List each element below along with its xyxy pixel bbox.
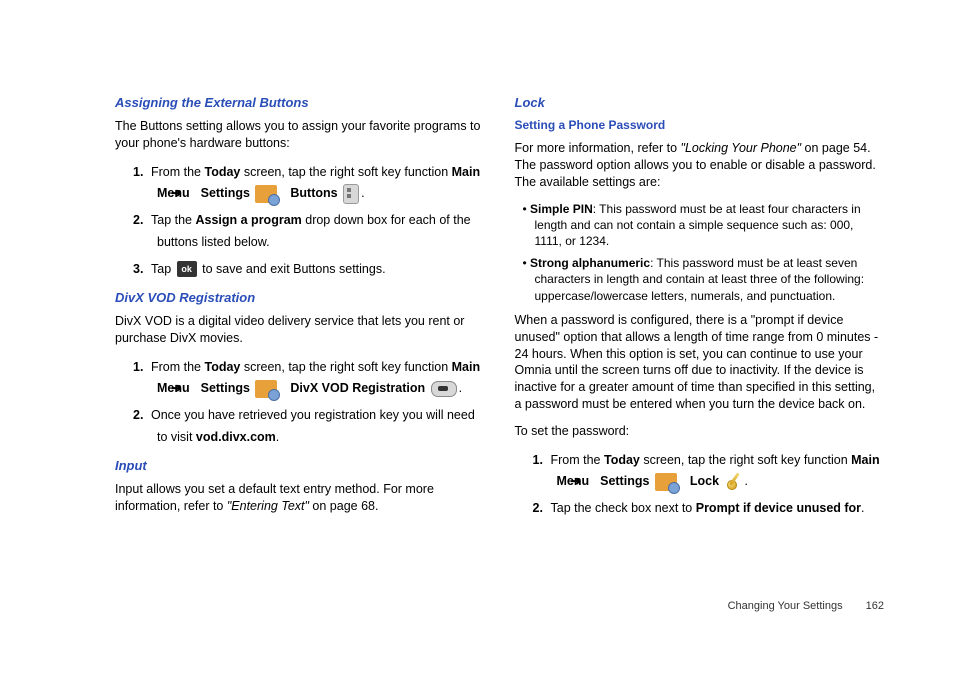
set-password-steps: 1.From the Today screen, tap the right s… (515, 450, 885, 520)
ref-locking-phone: "Locking Your Phone" (681, 141, 802, 155)
assign-buttons-steps: 1.From the Today screen, tap the right s… (115, 162, 485, 280)
heading-input: Input (115, 458, 485, 473)
heading-phone-password: Setting a Phone Password (515, 118, 885, 132)
step-number: 1. (133, 357, 151, 378)
left-column: Assigning the External Buttons The Butto… (115, 95, 485, 530)
heading-divx: DivX VOD Registration (115, 290, 485, 305)
step-1: 1.From the Today screen, tap the right s… (115, 357, 485, 400)
step-1: 1.From the Today screen, tap the right s… (515, 450, 885, 493)
ok-icon: ok (177, 261, 197, 277)
password-options: Simple PIN: This password must be at lea… (515, 201, 885, 304)
settings-icon (255, 185, 277, 203)
step-1: 1.From the Today screen, tap the right s… (115, 162, 485, 205)
divx-intro: DivX VOD is a digital video delivery ser… (115, 313, 485, 347)
footer-section: Changing Your Settings (728, 600, 843, 612)
step-number: 2. (133, 210, 151, 231)
divx-steps: 1.From the Today screen, tap the right s… (115, 357, 485, 448)
heading-assign-buttons: Assigning the External Buttons (115, 95, 485, 110)
lock-icon (725, 474, 743, 490)
password-configured-body: When a password is configured, there is … (515, 312, 885, 413)
buttons-icon (343, 184, 359, 204)
divx-icon (431, 381, 457, 397)
step-number: 2. (533, 498, 551, 519)
to-set-password: To set the password: (515, 423, 885, 440)
option-simple-pin: Simple PIN: This password must be at lea… (515, 201, 885, 250)
page-footer: Changing Your Settings 162 (728, 600, 884, 612)
assign-buttons-intro: The Buttons setting allows you to assign… (115, 118, 485, 152)
heading-lock: Lock (515, 95, 885, 110)
step-3: 3.Tap ok to save and exit Buttons settin… (115, 259, 485, 280)
ref-entering-text: "Entering Text" (227, 499, 309, 513)
lock-intro: For more information, refer to "Locking … (515, 140, 885, 191)
step-number: 2. (133, 405, 151, 426)
page-number: 162 (866, 600, 884, 612)
settings-icon (255, 380, 277, 398)
right-column: Lock Setting a Phone Password For more i… (515, 95, 885, 530)
step-2: 2.Once you have retrieved you registrati… (115, 405, 485, 448)
settings-icon (655, 473, 677, 491)
step-number: 1. (133, 162, 151, 183)
step-number: 3. (133, 259, 151, 280)
input-body: Input allows you set a default text entr… (115, 481, 485, 515)
step-number: 1. (533, 450, 551, 471)
step-2: 2.Tap the check box next to Prompt if de… (515, 498, 885, 519)
option-strong-alpha: Strong alphanumeric: This password must … (515, 255, 885, 304)
step-2: 2.Tap the Assign a program drop down box… (115, 210, 485, 253)
